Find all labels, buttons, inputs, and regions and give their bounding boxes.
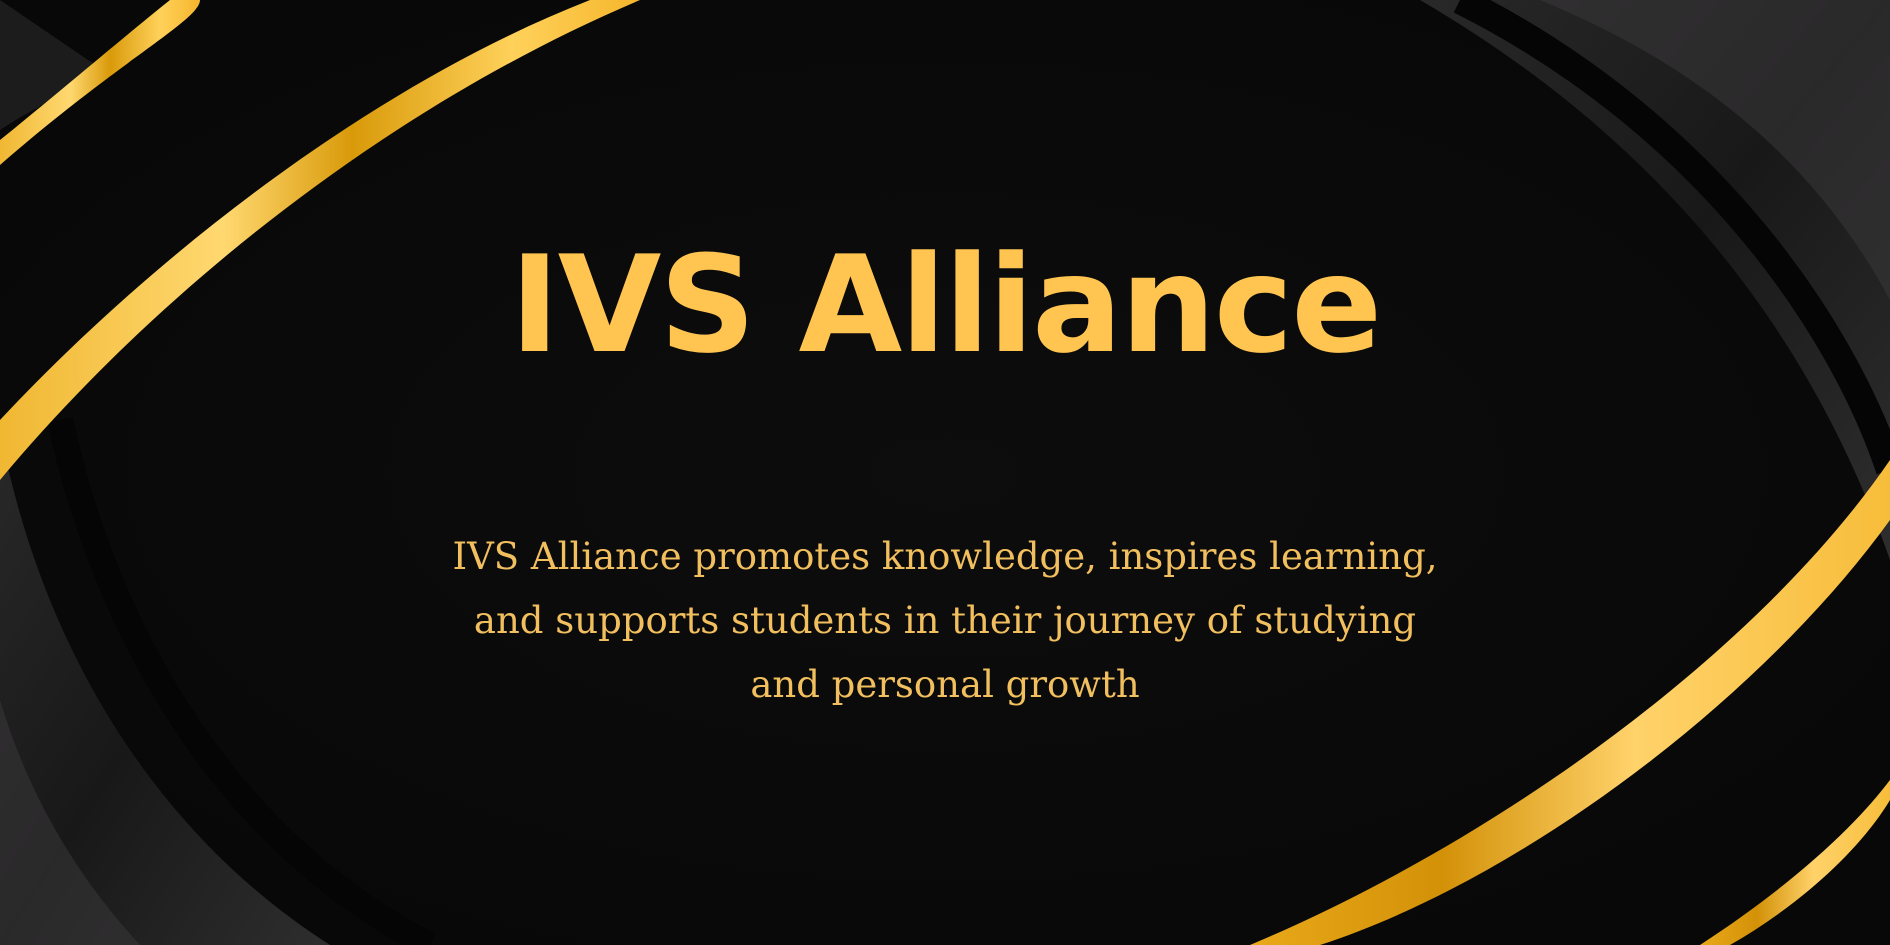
banner: IVS Alliance IVS Alliance promotes knowl…	[0, 0, 1890, 945]
decorative-ribbon-background	[0, 0, 1890, 945]
tagline: IVS Alliance promotes knowledge, inspire…	[452, 535, 1438, 706]
page-title: IVS Alliance	[509, 227, 1382, 383]
